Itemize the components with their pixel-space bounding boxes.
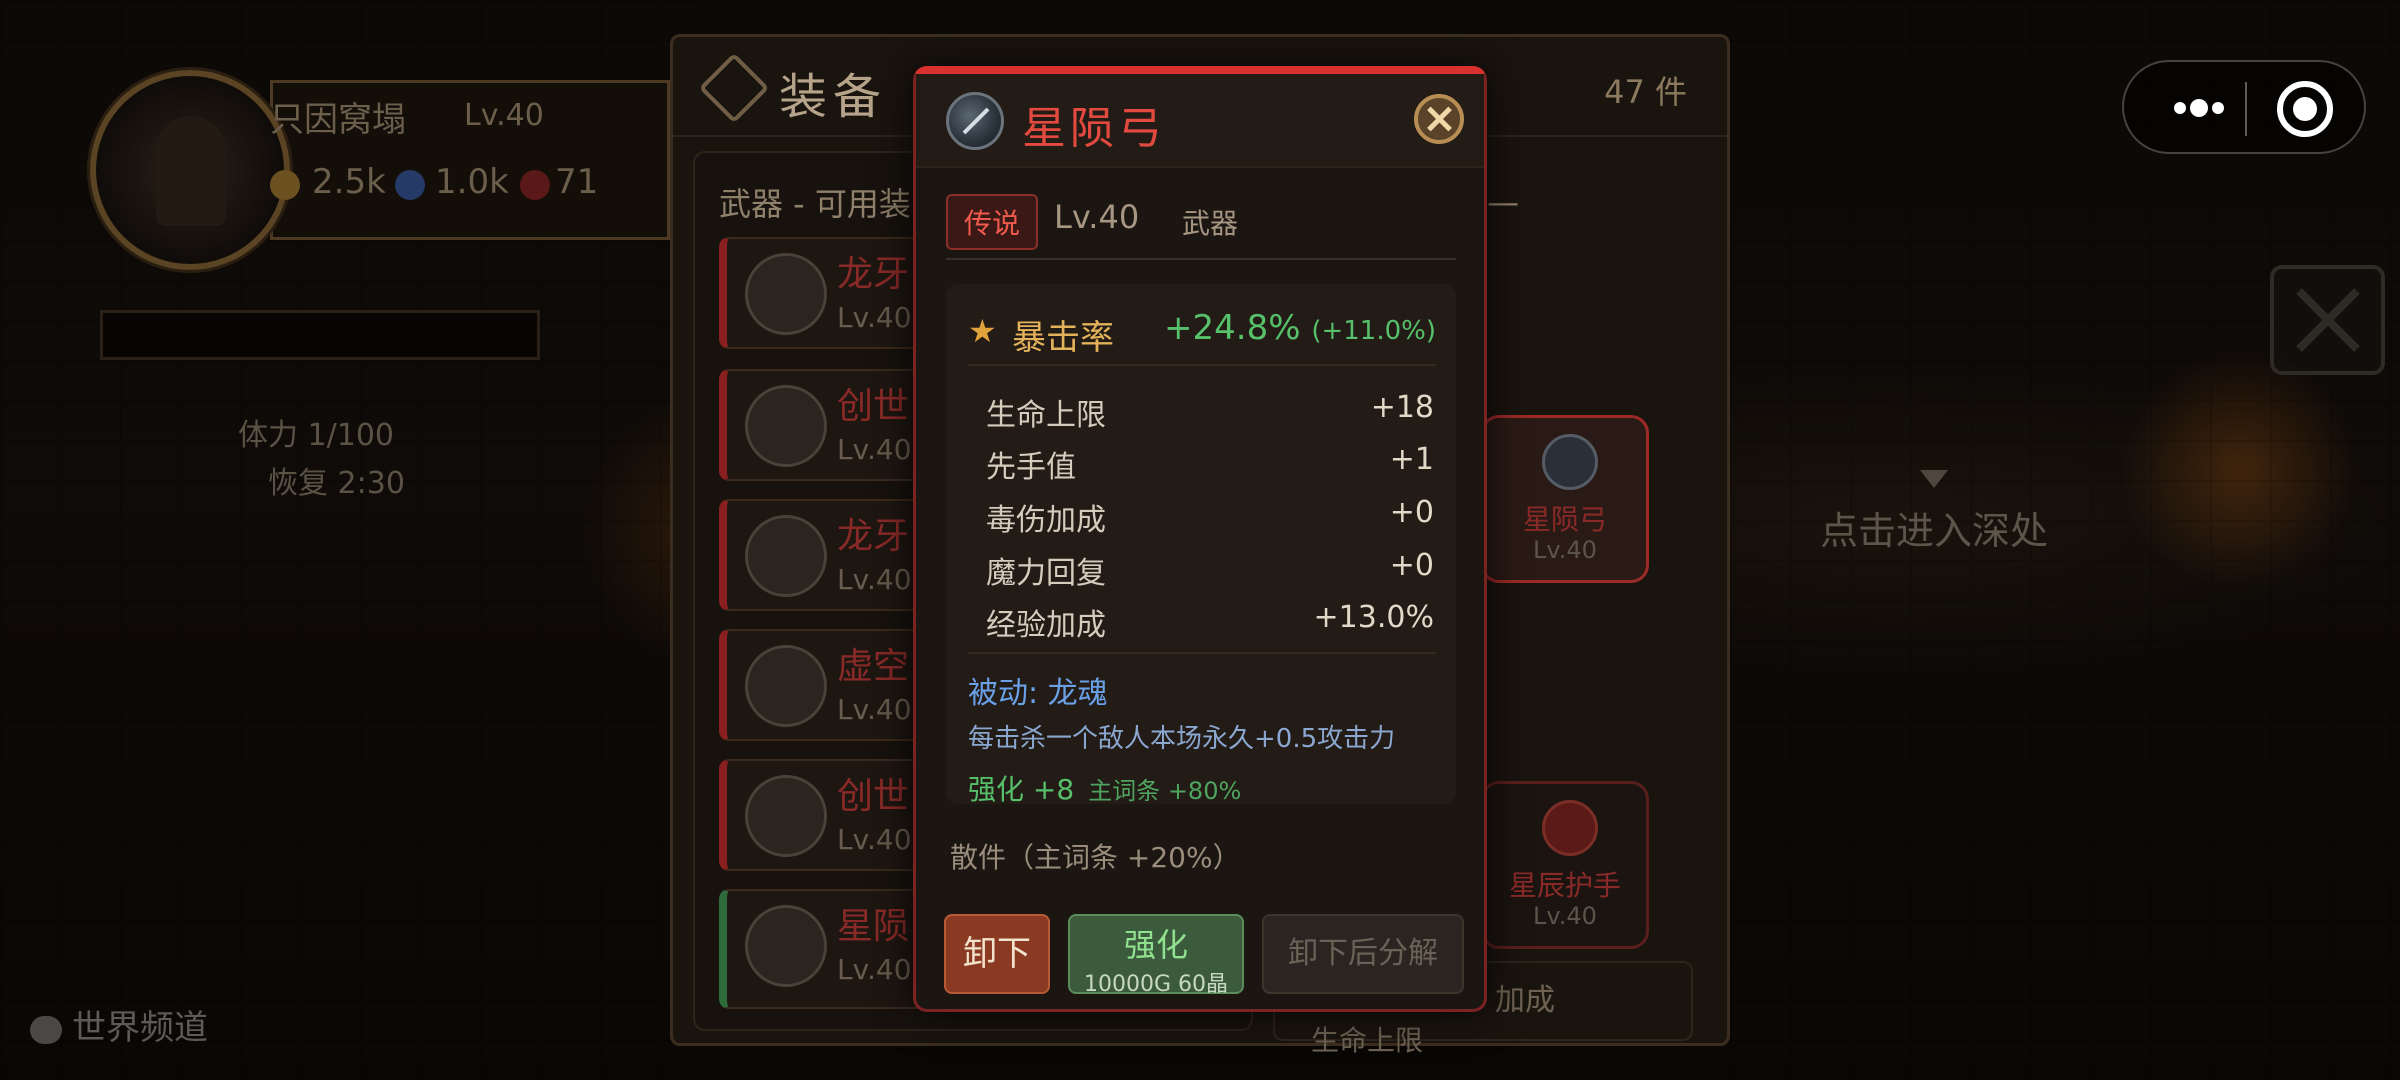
main-stat-name: 暴击率 — [1012, 318, 1114, 358]
stamina-text: 体力 1/100 — [238, 418, 394, 453]
axe-icon — [745, 775, 827, 857]
item-detail-popup: 星陨弓 传说 Lv.40 武器 ★ 暴击率 +24.8% (+11.0%) 生命… — [913, 66, 1487, 1012]
slot-weapon[interactable]: 星陨弓 Lv.40 — [1481, 415, 1649, 583]
weapon-level: Lv.40 — [837, 693, 912, 726]
ruby-amount: 71 — [555, 162, 599, 202]
weapon-name: 虚空 — [837, 646, 910, 687]
sub-stat-name: 先手值 — [986, 450, 1076, 485]
enhance-level: 强化 +8 — [968, 773, 1075, 806]
bow-icon — [745, 905, 827, 987]
slot-gloves[interactable]: 星辰护手 Lv.40 — [1481, 781, 1649, 949]
halberd-icon — [745, 645, 827, 727]
capsule-divider — [2245, 82, 2247, 136]
sub-stat: 魔力回复 +0 — [986, 548, 1434, 600]
bow-icon — [1542, 434, 1598, 490]
target-close-icon[interactable] — [2277, 81, 2333, 137]
enter-deep-hint[interactable]: 点击进入深处 — [1820, 500, 2048, 555]
player-level: Lv.40 — [464, 98, 544, 133]
weapon-name: 星陨 — [837, 906, 910, 947]
slot-level: Lv.40 — [1533, 902, 1597, 930]
enhance-info: 强化 +8 主词条 +80% — [968, 768, 1241, 808]
divider — [968, 652, 1436, 654]
weapon-name: 龙牙 — [837, 254, 910, 295]
player-name: 只因窝塌 — [270, 100, 406, 140]
weapon-name: 创世 — [837, 776, 910, 817]
gem-icon — [395, 170, 425, 200]
slot-name: 星陨弓 — [1522, 503, 1607, 536]
recover-timer: 恢复 2:30 — [268, 466, 405, 501]
equipment-title: 装备 — [779, 69, 888, 125]
crate-icon[interactable] — [2270, 265, 2385, 375]
dagger-icon — [745, 515, 827, 597]
sub-stat: 生命上限 +18 — [986, 390, 1434, 442]
enhance-label: 强化 — [1123, 926, 1188, 964]
star-icon: ★ — [968, 312, 997, 350]
enhance-bonus: 主词条 +80% — [1088, 777, 1242, 805]
passive-skill-title: 被动: 龙魂 — [968, 676, 1108, 711]
weapon-list-title: 武器 - 可用装 — [719, 185, 911, 223]
weapon-level: Lv.40 — [837, 301, 912, 334]
weapon-level: Lv.40 — [837, 953, 912, 986]
hp-bar — [100, 310, 540, 360]
bonus-row: 生命上限 — [1311, 1024, 1424, 1057]
popup-header: 星陨弓 — [916, 74, 1484, 168]
main-stat-bonus: (+11.0%) — [1311, 316, 1436, 346]
decompose-label: 卸下后分解 — [1288, 936, 1438, 971]
gauntlet-icon — [1542, 800, 1598, 856]
close-icon[interactable] — [1414, 94, 1464, 144]
sub-stat-name: 毒伤加成 — [986, 503, 1106, 538]
gold-icon — [270, 170, 300, 200]
sub-stat-name: 经验加成 — [986, 608, 1106, 643]
sub-stat-value: +0 — [1389, 495, 1434, 530]
bonus-label: 加成 — [1495, 983, 1555, 1018]
main-stat-value: +24.8% (+11.0%) — [1164, 308, 1436, 348]
bow-icon — [946, 92, 1004, 150]
slot-level: Lv.40 — [1533, 536, 1597, 564]
item-name: 星陨弓 — [1022, 103, 1166, 154]
player-card[interactable]: 只因窝塌 Lv.40 2.5k 1.0k 71 — [50, 40, 670, 270]
passive-skill-desc: 每击杀一个敌人本场永久+0.5攻击力 — [968, 724, 1396, 754]
sub-stat: 先手值 +1 — [986, 442, 1434, 494]
sub-stat-value: +0 — [1389, 548, 1434, 583]
sub-stat-name: 魔力回复 — [986, 556, 1106, 591]
unequip-label: 卸下 — [963, 934, 1031, 974]
sub-stat-value: +1 — [1389, 442, 1434, 477]
weapon-name: 创世 — [837, 386, 910, 427]
slot-name: 星辰护手 — [1508, 869, 1621, 902]
arrow-down-icon — [1920, 470, 1948, 488]
dagger-icon — [745, 253, 827, 335]
enhance-cost: 10000G 60晶 — [1083, 972, 1229, 997]
sub-stat-value: +18 — [1370, 390, 1434, 425]
weapon-name: 龙牙 — [837, 516, 910, 557]
weapon-level: Lv.40 — [837, 823, 912, 856]
player-avatar[interactable] — [90, 70, 290, 270]
item-stats: ★ 暴击率 +24.8% (+11.0%) 生命上限 +18 先手值 +1 毒伤… — [946, 284, 1456, 806]
ruby-icon — [520, 170, 550, 200]
gem-amount: 1.0k — [435, 162, 509, 202]
rarity-badge: 传说 — [946, 194, 1039, 250]
main-stat: ★ 暴击率 +24.8% (+11.0%) — [968, 300, 1436, 366]
unequip-decompose-button[interactable]: 卸下后分解 — [1262, 914, 1464, 994]
sub-stat: 经验加成 +13.0% — [986, 600, 1434, 652]
weapon-level: Lv.40 — [837, 433, 912, 466]
world-chat-button[interactable]: 世界频道 — [30, 1000, 208, 1049]
world-chat-label: 世界频道 — [72, 1008, 208, 1048]
more-icon[interactable] — [2154, 86, 2244, 132]
sub-stat-value: +13.0% — [1313, 600, 1434, 635]
unequip-button[interactable]: 卸下 — [944, 914, 1050, 994]
axe-icon — [745, 385, 827, 467]
sword-icon — [698, 52, 770, 124]
enhance-button[interactable]: 强化 10000G 60晶 — [1068, 914, 1244, 997]
set-info: 散件（主词条 +20%） — [950, 841, 1241, 874]
gold-amount: 2.5k — [312, 162, 386, 202]
item-meta-row: 传说 Lv.40 武器 — [946, 194, 1456, 260]
chat-bubble-icon — [30, 1015, 62, 1044]
sub-stat-name: 生命上限 — [986, 398, 1106, 433]
sub-stat: 毒伤加成 +0 — [986, 495, 1434, 547]
equipment-count: 47 件 — [1604, 73, 1687, 111]
item-level: Lv.40 — [1054, 198, 1140, 236]
item-type: 武器 — [1182, 207, 1239, 240]
capsule-menu — [2122, 60, 2366, 154]
weapon-level: Lv.40 — [837, 563, 912, 596]
